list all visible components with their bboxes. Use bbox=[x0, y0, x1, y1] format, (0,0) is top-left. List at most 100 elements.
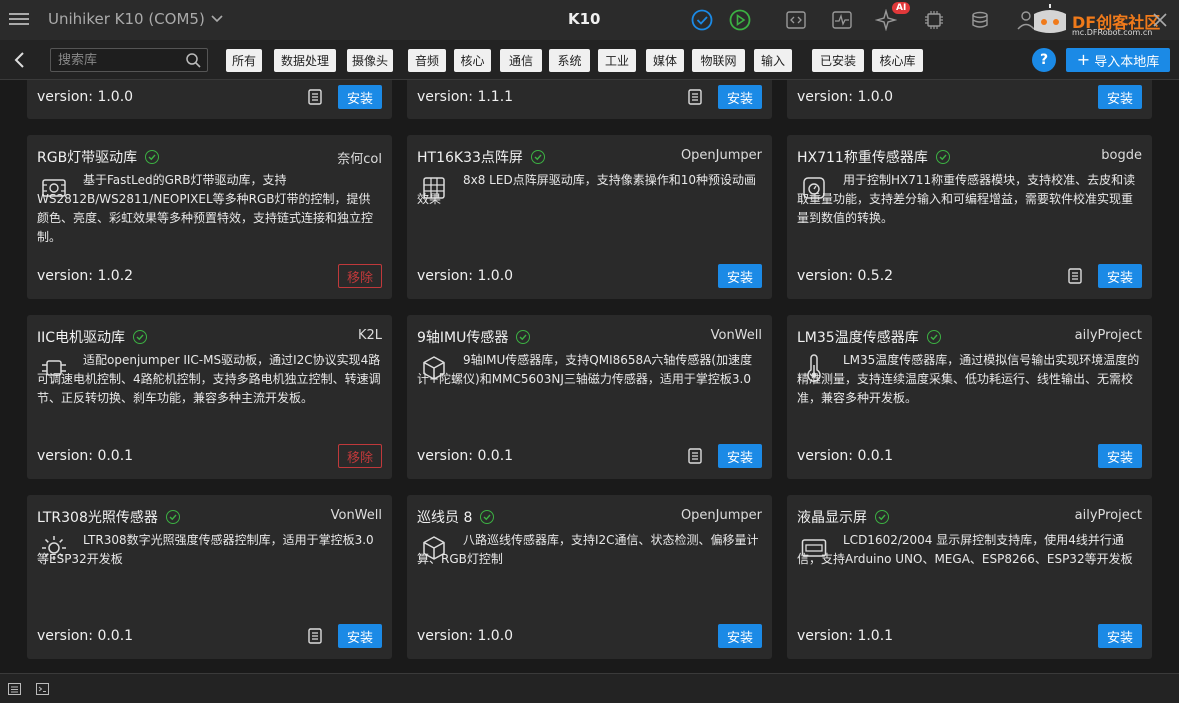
library-card: IIC电机驱动库 K2L 适配openjumper IIC-MS驱动板，通过I2C协… bbox=[27, 315, 392, 479]
install-button[interactable]: 安装 bbox=[1098, 85, 1142, 109]
filter-tag[interactable]: 核心库 bbox=[872, 49, 923, 72]
back-arrow-icon[interactable] bbox=[10, 50, 30, 70]
status-bar bbox=[0, 673, 1179, 703]
library-card: 液晶显示屏 ailyProject LCD1602/2004 显示屏控制支持库，使用… bbox=[787, 495, 1152, 659]
filter-tag[interactable]: 数据处理 bbox=[274, 49, 336, 72]
library-author: 奈何col bbox=[337, 152, 382, 167]
window-title: K10 bbox=[568, 10, 601, 28]
library-card: version: 1.0.0 安装 bbox=[787, 80, 1152, 119]
install-button[interactable]: 安装 bbox=[338, 624, 382, 648]
robot-logo-icon bbox=[1034, 4, 1066, 33]
library-name: HT16K33点阵屏 bbox=[417, 150, 523, 166]
close-icon[interactable] bbox=[1148, 8, 1172, 32]
version-label: version: 0.0.1 bbox=[37, 448, 134, 464]
serial-monitor-icon[interactable] bbox=[830, 8, 854, 32]
library-card: version: 1.1.1 安装 bbox=[407, 80, 772, 119]
search-box bbox=[50, 48, 208, 72]
documentation-icon[interactable] bbox=[308, 89, 322, 105]
search-icon[interactable] bbox=[186, 53, 201, 68]
filter-tag[interactable]: 系统 bbox=[549, 49, 590, 72]
library-description: 适配openjumper IIC-MS驱动板，通过I2C协议实现4路可调速电机控… bbox=[37, 353, 381, 405]
verified-check-icon bbox=[875, 510, 889, 524]
library-title: 巡线员 8 bbox=[417, 507, 495, 527]
filter-tag[interactable]: 通信 bbox=[500, 49, 542, 72]
filter-tag[interactable]: 输入 bbox=[754, 49, 792, 72]
title-bar: Unihiker K10 (COM5) K10 AI DF创客社区 mc.DFR… bbox=[0, 0, 1179, 40]
filter-tag[interactable]: 工业 bbox=[598, 49, 636, 72]
version-label: version: 1.0.1 bbox=[797, 628, 894, 644]
search-input[interactable] bbox=[51, 49, 181, 72]
help-button[interactable]: ? bbox=[1032, 48, 1056, 72]
library-name: IIC电机驱动库 bbox=[37, 330, 126, 346]
library-description: LM35温度传感器库，通过模拟信号输出实现环境温度的精准测量，支持连续温度采集、… bbox=[797, 353, 1140, 405]
verified-check-icon bbox=[480, 510, 495, 524]
library-title: 液晶显示屏 bbox=[797, 507, 889, 527]
verified-check-icon bbox=[145, 150, 160, 164]
library-author: K2L bbox=[357, 328, 382, 343]
code-view-icon[interactable] bbox=[784, 8, 808, 32]
list-view-icon[interactable] bbox=[8, 683, 21, 695]
hamburger-menu-icon[interactable] bbox=[9, 10, 29, 30]
remove-button[interactable]: 移除 bbox=[338, 444, 382, 468]
install-button[interactable]: 安装 bbox=[718, 444, 762, 468]
install-button[interactable]: 安装 bbox=[718, 85, 762, 109]
verified-check-icon bbox=[926, 330, 941, 344]
library-description: LCD1602/2004 显示屏控制支持库，使用4线并行通信，支持Arduino… bbox=[797, 533, 1133, 566]
library-name: LM35温度传感器库 bbox=[797, 330, 919, 346]
library-name: RGB灯带驱动库 bbox=[37, 150, 138, 166]
install-button[interactable]: 安装 bbox=[718, 264, 762, 288]
library-author: ailyProject bbox=[1074, 508, 1142, 523]
device-selector[interactable]: Unihiker K10 (COM5) bbox=[48, 10, 223, 28]
terminal-icon[interactable] bbox=[36, 683, 49, 695]
library-card: HX711称重传感器库 bogde 用于控制HX711称重传感器模块，支持校准、去皮… bbox=[787, 135, 1152, 299]
library-author: OpenJumper bbox=[680, 148, 762, 163]
library-description: 基于FastLed的GRB灯带驱动库，支持WS2812B/WS2811/NEOP… bbox=[37, 173, 374, 244]
version-label: version: 1.1.1 bbox=[417, 89, 514, 105]
upload-run-icon[interactable] bbox=[728, 8, 752, 32]
install-button[interactable]: 安装 bbox=[1098, 624, 1142, 648]
ai-chip-icon[interactable] bbox=[922, 8, 946, 32]
library-card: HT16K33点阵屏 OpenJumper 8x8 LED点阵屏驱动库，支持像素操作… bbox=[407, 135, 772, 299]
library-name: 液晶显示屏 bbox=[797, 510, 867, 526]
library-icon[interactable] bbox=[968, 8, 992, 32]
library-description: 8x8 LED点阵屏驱动库，支持像素操作和10种预设动画效果 bbox=[417, 173, 756, 206]
filter-tag[interactable]: 核心 bbox=[454, 49, 491, 72]
version-label: version: 1.0.2 bbox=[37, 268, 134, 284]
library-title: HT16K33点阵屏 bbox=[417, 147, 545, 167]
install-button[interactable]: 安装 bbox=[1098, 264, 1142, 288]
filter-tag[interactable]: 媒体 bbox=[646, 49, 684, 72]
verified-check-icon bbox=[516, 330, 531, 344]
install-button[interactable]: 安装 bbox=[338, 85, 382, 109]
filter-tag[interactable]: 已安装 bbox=[812, 49, 864, 72]
library-card: LTR308光照传感器 VonWell LTR308数字光照强度传感器控制库，适用于… bbox=[27, 495, 392, 659]
documentation-icon[interactable] bbox=[688, 448, 702, 464]
library-description: 用于控制HX711称重传感器模块，支持校准、去皮和读取重量功能，支持差分输入和可… bbox=[797, 173, 1136, 225]
brand-url: mc.DFRobot.com.cn bbox=[1072, 28, 1153, 37]
ai-badge: AI bbox=[892, 2, 911, 14]
documentation-icon[interactable] bbox=[308, 628, 322, 644]
filter-tag[interactable]: 音频 bbox=[408, 49, 446, 72]
verified-check-icon bbox=[165, 510, 180, 524]
import-label: 导入本地库 bbox=[1094, 54, 1160, 70]
library-author: VonWell bbox=[330, 508, 382, 523]
version-label: version: 0.0.1 bbox=[797, 448, 894, 464]
filter-tag[interactable]: 所有 bbox=[226, 49, 262, 72]
remove-button[interactable]: 移除 bbox=[338, 264, 382, 288]
library-card: RGB灯带驱动库 奈何col 基于FastLed的GRB灯带驱动库，支持WS2812… bbox=[27, 135, 392, 299]
plus-icon: + bbox=[1076, 50, 1091, 69]
library-description: 八路巡线传感器库，支持I2C通信、状态检测、偏移量计算、RGB灯控制 bbox=[417, 533, 759, 566]
import-local-library-button[interactable]: + 导入本地库 bbox=[1066, 48, 1170, 72]
verify-icon[interactable] bbox=[690, 8, 714, 32]
library-card: LM35温度传感器库 ailyProject LM35温度传感器库，通过模拟信号输出… bbox=[787, 315, 1152, 479]
documentation-icon[interactable] bbox=[688, 89, 702, 105]
documentation-icon[interactable] bbox=[1068, 268, 1082, 284]
library-card: 巡线员 8 OpenJumper 八路巡线传感器库，支持I2C通信、状态检测、偏移量… bbox=[407, 495, 772, 659]
version-label: version: 0.5.2 bbox=[797, 268, 894, 284]
library-author: bogde bbox=[1101, 148, 1142, 163]
filter-tag[interactable]: 物联网 bbox=[692, 49, 745, 72]
install-button[interactable]: 安装 bbox=[1098, 444, 1142, 468]
install-button[interactable]: 安装 bbox=[718, 624, 762, 648]
filter-tag[interactable]: 摄像头 bbox=[347, 49, 393, 72]
library-author: ailyProject bbox=[1074, 328, 1142, 343]
chevron-down-icon bbox=[211, 15, 223, 23]
